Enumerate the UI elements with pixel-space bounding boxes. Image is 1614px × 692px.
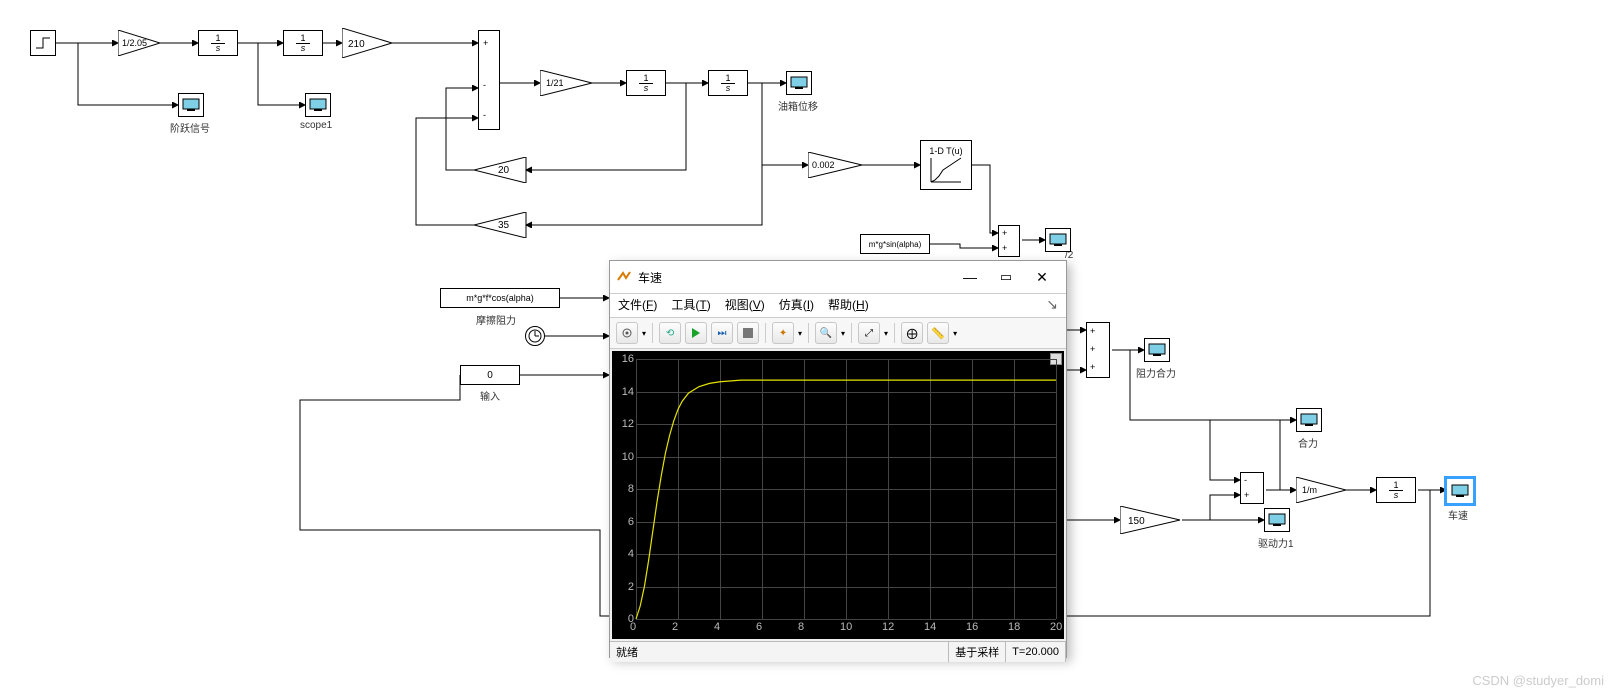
gain-210[interactable]: 210 [342, 28, 394, 58]
scope-yaxiang[interactable] [786, 71, 812, 95]
svg-text:20: 20 [498, 165, 510, 176]
clock[interactable] [525, 326, 545, 346]
menu-more-icon[interactable]: ↘ [1046, 296, 1058, 313]
label-friction: 摩擦阻力 [476, 312, 516, 327]
plot-area[interactable]: 024681012141618200246810121416 [612, 351, 1064, 639]
expr-cos[interactable]: m*g*f*cos(alpha) [440, 288, 560, 308]
menubar: 文件(F) 工具(T) 视图(V) 仿真(I) 帮助(H) ↘ [610, 294, 1066, 317]
titlebar[interactable]: 车速 — ▭ ✕ [610, 261, 1066, 294]
integrator-1[interactable]: 1s [198, 30, 238, 56]
menu-view[interactable]: 视图(V) [725, 296, 765, 313]
svg-text:1/2.05: 1/2.05 [122, 38, 147, 48]
maximize-button[interactable]: ▭ [988, 269, 1024, 285]
stop-button[interactable] [737, 322, 759, 344]
play-icon [691, 328, 701, 338]
scope-sum2[interactable] [1045, 228, 1071, 252]
label-yaxiang: 油箱位移 [778, 98, 818, 113]
menu-file[interactable]: 文件(F) [618, 296, 657, 313]
gain-35[interactable]: 35 [474, 212, 528, 238]
rewind-button[interactable]: ⟲ [659, 322, 681, 344]
expr-sin[interactable]: m*g*sin(alpha) [860, 234, 930, 254]
svg-text:210: 210 [348, 39, 365, 50]
sum-1[interactable] [478, 30, 500, 130]
simulink-icon [616, 269, 632, 285]
label-resist: 阻力合力 [1136, 365, 1176, 380]
status-mode: 基于采样 [949, 642, 1006, 662]
scope1[interactable] [305, 93, 331, 117]
label-drive: 驱动力1 [1258, 535, 1294, 550]
scope-speed[interactable] [1446, 478, 1474, 504]
step-fwd-button[interactable]: ⏭ [711, 322, 733, 344]
svg-text:35: 35 [498, 220, 510, 231]
svg-text:1/m: 1/m [1302, 485, 1317, 495]
integrator-5[interactable]: 1s [1376, 477, 1416, 503]
close-button[interactable]: ✕ [1024, 269, 1060, 286]
highlight-button[interactable]: ✦ [772, 322, 794, 344]
run-button[interactable] [685, 322, 707, 344]
measure-button[interactable]: 📏 [927, 322, 949, 344]
status-ready: 就绪 [610, 642, 949, 662]
scope-step[interactable] [178, 93, 204, 117]
autoscale-button[interactable]: ⤢ [858, 322, 880, 344]
status-time: T=20.000 [1006, 642, 1066, 662]
svg-text:0.002: 0.002 [812, 160, 835, 170]
cursor-button[interactable]: ⨁ [901, 322, 923, 344]
svg-text:1/21: 1/21 [546, 78, 564, 88]
watermark: CSDN @studyer_domi [1472, 673, 1604, 688]
minimize-button[interactable]: — [952, 269, 988, 285]
stop-icon [743, 328, 753, 338]
label-scope1: scope1 [300, 120, 332, 131]
settings-button[interactable] [616, 322, 638, 344]
label-input: 输入 [480, 388, 500, 403]
menu-help[interactable]: 帮助(H) [828, 296, 869, 313]
toolbar: ▾ ⟲ ⏭ ✦▾ 🔍▾ ⤢▾ ⨁ 📏▾ [610, 317, 1066, 349]
integrator-4[interactable]: 1s [708, 70, 748, 96]
lookup-1d[interactable]: 1-D T(u) [920, 140, 972, 190]
gain-1m[interactable]: 1/m [1296, 477, 1348, 503]
gain-150[interactable]: 150 [1120, 506, 1182, 534]
scope-window[interactable]: 车速 — ▭ ✕ 文件(F) 工具(T) 视图(V) 仿真(I) 帮助(H) ↘… [609, 260, 1067, 658]
label-heli: 合力 [1298, 435, 1318, 450]
status-bar: 就绪 基于采样 T=20.000 [610, 641, 1066, 662]
const-0[interactable]: 0 [460, 365, 520, 385]
gain-1-21[interactable]: 1/21 [540, 70, 594, 96]
label-step: 阶跃信号 [170, 120, 210, 135]
gain-20[interactable]: 20 [474, 157, 528, 183]
scope-heli[interactable] [1296, 408, 1322, 432]
window-title: 车速 [638, 269, 662, 286]
gain-1-2-05[interactable]: 1/2.05 [118, 30, 162, 56]
step-block[interactable] [30, 30, 56, 56]
zoom-button[interactable]: 🔍 [815, 322, 837, 344]
scope-drive[interactable] [1264, 508, 1290, 532]
integrator-2[interactable]: 1s [283, 30, 323, 56]
label-speed: 车速 [1448, 507, 1468, 522]
integrator-3[interactable]: 1s [626, 70, 666, 96]
gain-0002[interactable]: 0.002 [808, 152, 864, 178]
scope-resist[interactable] [1144, 338, 1170, 362]
menu-tools[interactable]: 工具(T) [671, 296, 710, 313]
svg-text:150: 150 [1128, 516, 1145, 527]
menu-sim[interactable]: 仿真(I) [779, 296, 814, 313]
gear-icon [621, 327, 633, 339]
